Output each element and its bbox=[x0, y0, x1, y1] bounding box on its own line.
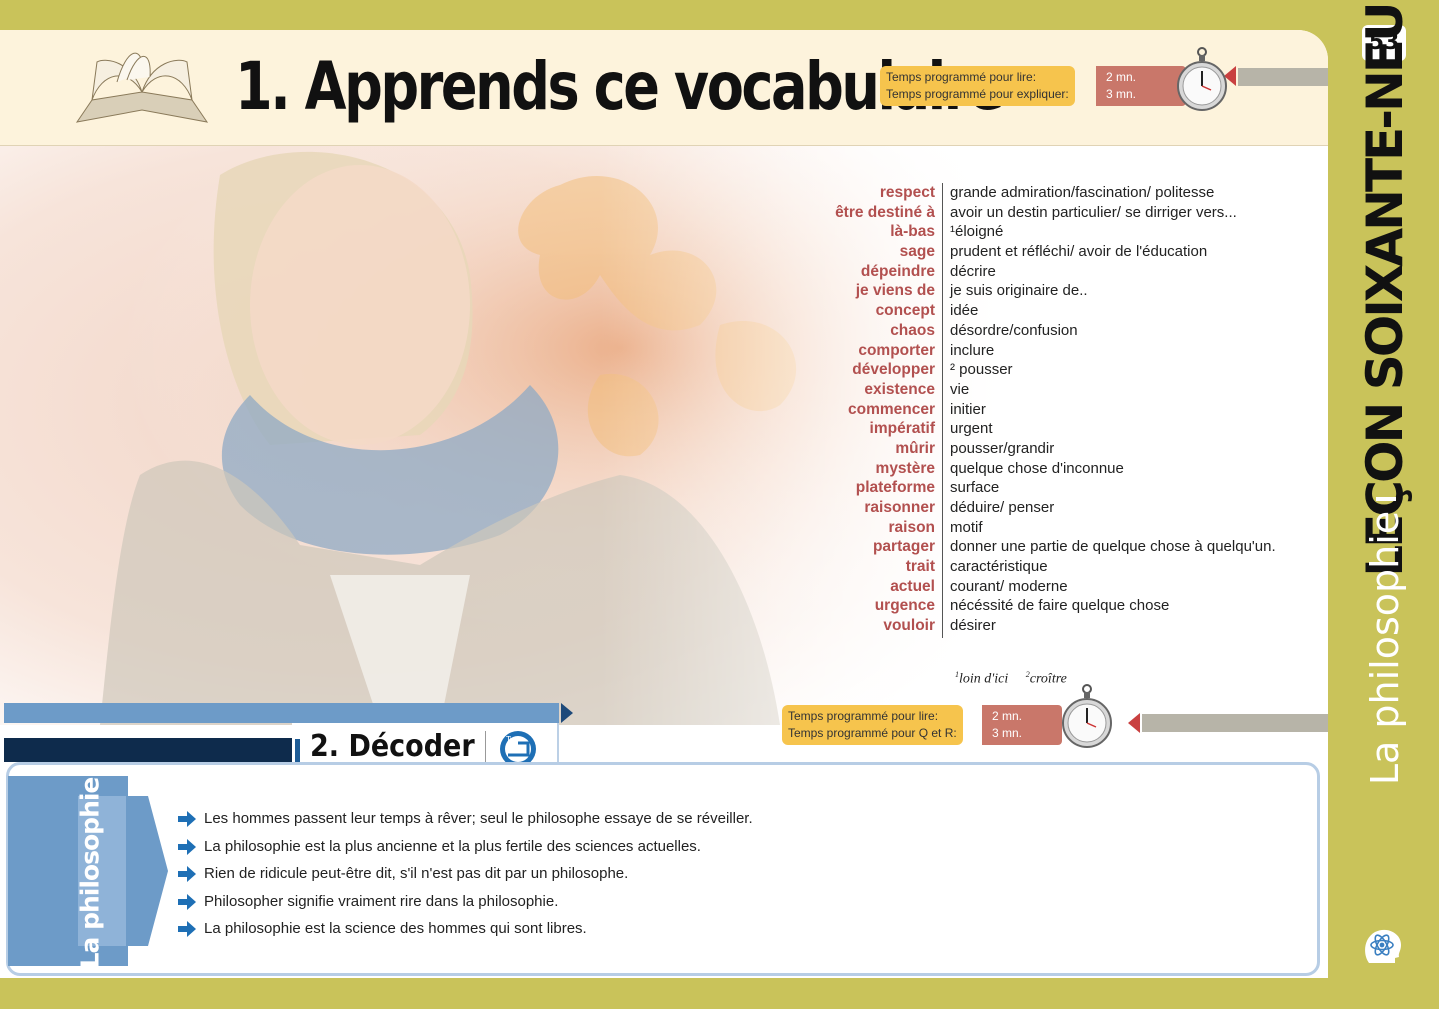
timer-track bbox=[1238, 68, 1328, 86]
lesson-title: LEÇON SOIXANTE-NEUF bbox=[1356, 0, 1414, 577]
section1-header: 1. Apprends ce vocabulaire Temps program… bbox=[0, 30, 1328, 146]
vocab-term: mûrir bbox=[895, 439, 935, 457]
vocab-definition: vie bbox=[950, 380, 970, 398]
timer-explain-label: Temps programmé pour expliquer: bbox=[886, 87, 1069, 101]
vocab-term: impératif bbox=[869, 420, 935, 438]
vocab-definition: motif bbox=[950, 518, 983, 536]
vocab-definition: nécéssité de faire quelque chose bbox=[950, 597, 1170, 615]
footnotes: 1loin d'ici 2croître bbox=[955, 670, 1067, 688]
vocab-definition: urgent bbox=[950, 420, 993, 438]
side-label-block: La philosophie bbox=[8, 776, 168, 969]
quote-item: Rien de ridicule peut-être dit, s'il n'e… bbox=[178, 860, 753, 888]
vocab-term: partager bbox=[872, 538, 935, 556]
open-book-icon bbox=[75, 52, 209, 123]
vocab-definition: courant/ moderne bbox=[950, 577, 1068, 595]
arrow-bullet-icon bbox=[178, 893, 196, 910]
vocab-definition: désordre/confusion bbox=[950, 321, 1078, 339]
vocab-definition: caractéristique bbox=[950, 558, 1048, 576]
arrow-bullet-icon bbox=[178, 921, 196, 937]
vocab-definition: initier bbox=[950, 400, 986, 418]
page: 1. Apprends ce vocabulaire Temps program… bbox=[0, 30, 1328, 978]
footnote-1-text: loin d'ici bbox=[959, 671, 1009, 687]
vocab-term: urgence bbox=[874, 597, 935, 615]
arrow-bullet-icon bbox=[178, 866, 196, 882]
timer-read-label: Temps programmé pour lire: bbox=[886, 70, 1037, 84]
vocab-term: commencer bbox=[847, 400, 935, 418]
vocab-definition: quelque chose d'inconnue bbox=[950, 459, 1124, 477]
timer2-arrow bbox=[1128, 713, 1140, 733]
vocab-definition: ² pousser bbox=[950, 361, 1013, 379]
quote-item: La philosophie est la science des hommes… bbox=[178, 915, 753, 943]
arrow-bullet-icon bbox=[178, 838, 196, 855]
stopwatch-icon bbox=[1177, 47, 1227, 111]
vocabulary-definitions: grande admiration/fascination/ politesse… bbox=[950, 183, 1328, 636]
timer2-track bbox=[1142, 714, 1328, 732]
vocab-term: mystère bbox=[875, 459, 935, 477]
timer2-qa-label: Temps programmé pour Q et R: bbox=[788, 726, 957, 740]
section2-dark-bar bbox=[4, 738, 292, 762]
vocab-definition: pousser/grandir bbox=[950, 439, 1055, 457]
timer-labels: Temps programmé pour lire: Temps program… bbox=[880, 66, 1075, 106]
vocab-definition: idée bbox=[950, 302, 979, 320]
quote-item: Les hommes passent leur temps à rêver; s… bbox=[178, 805, 753, 833]
side-divider bbox=[1376, 497, 1396, 501]
vocab-term: développer bbox=[852, 361, 935, 379]
quote-text: Les hommes passent leur temps à rêver; s… bbox=[204, 810, 753, 827]
tu-label: Tu bbox=[505, 735, 515, 744]
timer-read-value: 2 mn. bbox=[1106, 70, 1137, 84]
section2-title: 2. Décoder bbox=[310, 729, 475, 764]
vocab-term: raisonner bbox=[864, 499, 935, 516]
topic-title: La philosophie bbox=[1363, 510, 1407, 786]
timer2-qa-value: 3 mn. bbox=[992, 726, 1023, 740]
quote-item: Philosopher signifie vraiment rire dans … bbox=[178, 888, 753, 916]
quote-text: Rien de ridicule peut-être dit, s'il n'e… bbox=[204, 865, 629, 882]
timer-values: 2 mn. 3 mn. bbox=[1096, 66, 1186, 106]
vocabulary-terms: respect être destiné à là-bas sage dépeindre… bbox=[760, 183, 935, 636]
vocab-term: respect bbox=[879, 184, 935, 201]
atom-head-icon bbox=[1365, 929, 1401, 963]
vocab-definition: déduire/ penser bbox=[950, 499, 1055, 516]
quote-text: Philosopher signifie vraiment rire dans … bbox=[204, 892, 559, 910]
stopwatch-icon bbox=[1062, 684, 1112, 748]
side-label-text: La philosophie bbox=[75, 777, 105, 969]
vocab-definition: prudent et réfléchi/ avoir de l'éducatio… bbox=[950, 243, 1208, 261]
vocab-term: je viens de bbox=[855, 282, 935, 300]
section2-top-bar bbox=[4, 703, 559, 723]
vocab-definition: décrire bbox=[950, 262, 996, 280]
section2-marker bbox=[295, 739, 300, 763]
arrow-bullet-icon bbox=[178, 811, 196, 827]
timer2-read-label: Temps programmé pour lire: bbox=[788, 709, 939, 723]
vocab-term: sage bbox=[899, 243, 935, 261]
vocab-term: comporter bbox=[858, 341, 935, 359]
quote-text: La philosophie est la plus ancienne et l… bbox=[204, 837, 701, 855]
quote-item: La philosophie est la plus ancienne et l… bbox=[178, 833, 753, 861]
vocab-term: dépeindre bbox=[860, 262, 935, 280]
quote-text: La philosophie est la science des hommes… bbox=[204, 920, 587, 937]
vocab-definition: je suis originaire de.. bbox=[950, 282, 1088, 300]
vocab-term: actuel bbox=[890, 577, 935, 595]
timer2-values: 2 mn. 3 mn. bbox=[982, 705, 1062, 745]
vocab-definition: surface bbox=[950, 479, 1000, 497]
section2-top-arrow bbox=[561, 703, 573, 723]
timer-explain-value: 3 mn. bbox=[1106, 87, 1137, 101]
vocab-definition: désirer bbox=[950, 617, 996, 635]
timer2-read-value: 2 mn. bbox=[992, 709, 1023, 723]
vocab-definition: donner une partie de quelque chose à que… bbox=[950, 538, 1276, 556]
vocab-term: chaos bbox=[890, 321, 935, 339]
vocab-term: vouloir bbox=[883, 617, 935, 635]
vocab-definition: inclure bbox=[950, 341, 995, 359]
vocab-term: existence bbox=[864, 380, 935, 398]
vocab-term: là-bas bbox=[890, 223, 935, 241]
vocab-term: trait bbox=[905, 558, 935, 576]
vocab-definition: avoir un destin particulier/ se dirriger… bbox=[950, 203, 1237, 221]
quotes-list: Les hommes passent leur temps à rêver; s… bbox=[178, 805, 753, 943]
timer2-labels: Temps programmé pour lire: Temps program… bbox=[782, 705, 963, 745]
vocab-definition: ¹éloigné bbox=[950, 223, 1004, 241]
vocab-definition: grande admiration/fascination/ politesse bbox=[950, 184, 1215, 201]
vocabulary-divider bbox=[942, 183, 943, 638]
vocab-term: être destiné à bbox=[835, 203, 935, 221]
vocab-term: raison bbox=[888, 518, 935, 536]
vocab-term: plateforme bbox=[855, 479, 935, 497]
vocab-term: concept bbox=[875, 302, 935, 320]
